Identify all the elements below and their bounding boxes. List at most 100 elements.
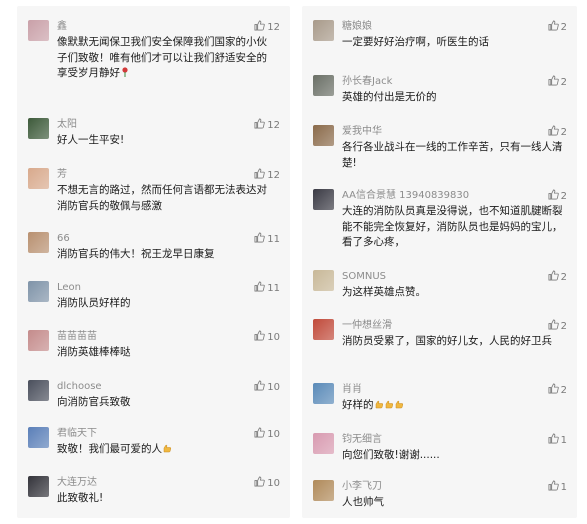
avatar[interactable] [28, 330, 49, 351]
thumbs-up-emoji-icon [374, 399, 404, 411]
like-count: 2 [560, 385, 567, 396]
avatar[interactable] [28, 118, 49, 139]
like-button[interactable]: 12 [254, 20, 280, 35]
commenter-name[interactable]: dlchoose [57, 380, 102, 393]
thumbs-up-icon [548, 319, 559, 334]
like-button[interactable]: 2 [548, 125, 567, 140]
avatar[interactable] [313, 319, 334, 340]
thumbs-up-icon [548, 433, 559, 448]
like-button[interactable]: 10 [254, 330, 280, 345]
thumbs-up-emoji-icon [162, 443, 172, 455]
like-button[interactable]: 1 [548, 480, 567, 495]
commenter-name[interactable]: 孙长春Jack [342, 75, 392, 88]
avatar[interactable] [313, 125, 334, 146]
avatar[interactable] [313, 189, 334, 210]
like-count: 10 [267, 382, 280, 393]
thumbs-up-icon [254, 281, 266, 296]
comment-text: 各行各业战斗在一线的工作辛苦，只有一线人清楚! [342, 141, 563, 169]
commenter-name[interactable]: 一仲想丝滑 [342, 319, 392, 332]
comment-text: 此致敬礼! [57, 492, 104, 504]
comment-text: 消防队员好样的 [57, 297, 131, 309]
like-button[interactable]: 10 [254, 380, 280, 395]
like-count: 11 [267, 234, 280, 245]
like-count: 1 [560, 482, 567, 493]
comment-text: 为这样英雄点赞。 [342, 286, 426, 298]
thumbs-up-icon [254, 118, 266, 133]
avatar[interactable] [313, 480, 334, 501]
like-button[interactable]: 11 [254, 281, 280, 296]
like-count: 1 [560, 435, 567, 446]
avatar[interactable] [28, 476, 49, 497]
comment-text: 大连的消防队员真是没得说，也不知道肌腱断裂能不能完全恢复好，消防队员也是妈妈的宝… [342, 205, 563, 248]
comment-text: 向消防官兵致敬 [57, 396, 131, 408]
like-button[interactable]: 11 [254, 232, 280, 247]
like-count: 12 [267, 120, 280, 131]
like-count: 2 [560, 191, 567, 202]
avatar[interactable] [28, 20, 49, 41]
like-button[interactable]: 10 [254, 476, 280, 491]
rose-emoji-icon [120, 67, 130, 79]
commenter-name[interactable]: SOMNUS [342, 270, 386, 283]
thumbs-up-icon [548, 270, 559, 285]
avatar[interactable] [313, 383, 334, 404]
thumbs-up-icon [548, 125, 559, 140]
thumbs-up-icon [254, 427, 266, 442]
like-button[interactable]: 10 [254, 427, 280, 442]
comment-text: 像默默无闻保卫我们安全保障我们国家的小伙子们致敬！唯有他们才可以让我们舒适安全的… [57, 36, 267, 79]
thumbs-up-icon [254, 168, 266, 183]
thumbs-up-icon [548, 75, 559, 90]
comment-text: 一定要好好治疗啊，听医生的话 [342, 36, 489, 48]
comment-text: 消防英雄棒棒哒 [57, 346, 131, 358]
like-button[interactable]: 1 [548, 433, 567, 448]
commenter-name[interactable]: 鑫 [57, 20, 67, 33]
commenter-name[interactable]: 小李飞刀 [342, 480, 382, 493]
comment-text: 消防官兵的伟大！祝王龙早日康复 [57, 248, 215, 260]
comment-text: 向您们致敬!谢谢...... [342, 449, 440, 461]
commenter-name[interactable]: 君临天下 [57, 427, 97, 440]
like-count: 2 [560, 77, 567, 88]
like-button[interactable]: 2 [548, 20, 567, 35]
commenter-name[interactable]: 钧无细言 [342, 433, 382, 446]
comment-text: 好人一生平安! [57, 134, 125, 146]
avatar[interactable] [313, 270, 334, 291]
like-button[interactable]: 2 [548, 75, 567, 90]
commenter-name[interactable]: 苗苗苗苗 [57, 330, 97, 343]
like-button[interactable]: 2 [548, 319, 567, 334]
avatar[interactable] [313, 433, 334, 454]
commenter-name[interactable]: 太阳 [57, 118, 77, 131]
like-button[interactable]: 2 [548, 383, 567, 398]
commenter-name[interactable]: 糖娘娘 [342, 20, 372, 33]
like-button[interactable]: 2 [548, 189, 567, 204]
thumbs-up-icon [254, 330, 266, 345]
commenter-name[interactable]: AA信合景慧 13940839830 [342, 189, 469, 202]
like-count: 12 [267, 170, 280, 181]
avatar[interactable] [28, 168, 49, 189]
commenter-name[interactable]: 爱我中华 [342, 125, 382, 138]
commenter-name[interactable]: Leon [57, 281, 81, 294]
like-button[interactable]: 12 [254, 118, 280, 133]
like-button[interactable]: 2 [548, 270, 567, 285]
comment-text: 英雄的付出是无价的 [342, 91, 437, 103]
thumbs-up-icon [548, 480, 559, 495]
avatar[interactable] [28, 427, 49, 448]
commenter-name[interactable]: 大连万达 [57, 476, 97, 489]
avatar[interactable] [313, 75, 334, 96]
comment-text: 致敬！我们最可爱的人 [57, 442, 276, 458]
like-count: 2 [560, 127, 567, 138]
comments-panel-right: 糖娘娘一定要好好治疗啊，听医生的话 2 孙长春Jack 英雄的付出是无价的 2 爱我中华各… [302, 6, 577, 518]
commenter-name[interactable]: 66 [57, 232, 70, 245]
commenter-name[interactable]: 芳 [57, 168, 67, 181]
avatar[interactable] [313, 20, 334, 41]
like-button[interactable]: 12 [254, 168, 280, 183]
comments-panel-left: 鑫像默默无闻保卫我们安全保障我们国家的小伙子们致敬！唯有他们才可以让我们舒适安全… [17, 6, 290, 518]
thumbs-up-icon [548, 189, 559, 204]
thumbs-up-icon [254, 476, 266, 491]
comment-text: 好样的 [342, 398, 563, 414]
like-count: 2 [560, 272, 567, 283]
avatar[interactable] [28, 281, 49, 302]
avatar[interactable] [28, 232, 49, 253]
avatar[interactable] [28, 380, 49, 401]
comment-text: 消防员受累了，国家的好儿女，人民的好卫兵 [342, 335, 552, 347]
commenter-name[interactable]: 肖肖 [342, 383, 362, 396]
like-count: 2 [560, 321, 567, 332]
